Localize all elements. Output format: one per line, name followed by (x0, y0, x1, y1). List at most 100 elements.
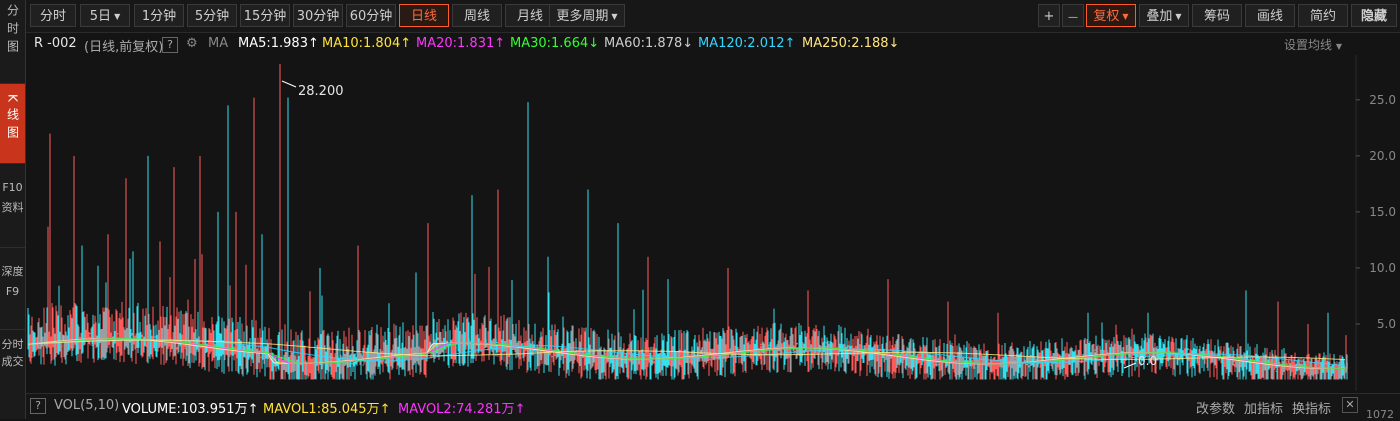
candle-body (362, 364, 364, 366)
candle-body (974, 367, 976, 369)
arrow-up-icon: ↑ (379, 402, 391, 417)
sidebar-item-f10[interactable]: F10资料 (0, 164, 25, 248)
period-button-15min[interactable]: 15分钟 (240, 4, 290, 27)
change-params-button[interactable]: 改参数 (1196, 398, 1235, 417)
period-button-30min[interactable]: 30分钟 (293, 4, 343, 27)
candle-body (295, 357, 297, 359)
candle-body (1346, 362, 1348, 369)
ma250-value: MA250:2.188↓ (802, 36, 899, 51)
candle-body (428, 338, 430, 343)
y-tick-label: 5.0 (1377, 317, 1396, 331)
period-button-1min[interactable]: 1分钟 (134, 4, 184, 27)
max-marker: 28.200 (281, 80, 344, 99)
ma-text: MA120:2.012 (698, 36, 785, 51)
ma-text: MA30:1.664 (510, 36, 589, 51)
button-label: 画线 (1256, 9, 1283, 24)
min-pointer-line (1123, 362, 1137, 369)
ma-text: MA5:1.983 (238, 36, 308, 51)
button-label: 筹码 (1203, 9, 1230, 24)
volume-axis-value: 1072 (1366, 408, 1394, 421)
help-icon[interactable]: ? (162, 37, 178, 53)
period-label: 1分钟 (141, 9, 177, 24)
hide-button[interactable]: 隐藏 (1351, 4, 1397, 27)
close-icon[interactable]: ✕ (1342, 397, 1358, 413)
zoom-in-button[interactable]: + (1038, 4, 1060, 27)
arrow-up-icon: ↑ (307, 36, 319, 51)
sidebar-item-kline[interactable]: K线图 (0, 84, 25, 164)
chart-mode: (日线,前复权) (84, 40, 164, 55)
ma-text: MA60:1.878 (604, 36, 683, 51)
period-button-more[interactable]: 更多周期 ▼ (549, 4, 625, 27)
gear-icon[interactable]: ⚙ (186, 36, 198, 51)
sidebar-item-label: K线图 (5, 94, 20, 144)
period-toolbar: 分时 5日 ▼ 1分钟 5分钟 15分钟 30分钟 60分钟 日线 周线 月线 更… (26, 0, 1400, 33)
button-label: 设置均线 (1284, 38, 1333, 52)
sidebar-item-trades[interactable]: 分时成交 (0, 330, 25, 419)
candle-body (1194, 356, 1196, 362)
overlay-button[interactable]: 叠加 ▼ (1139, 4, 1189, 27)
period-button-monthly[interactable]: 月线 (505, 4, 555, 27)
ma10-value: MA10:1.804↑ (322, 36, 411, 51)
period-button-5day[interactable]: 5日 ▼ (80, 4, 130, 27)
simple-mode-button[interactable]: 简约 (1298, 4, 1348, 27)
sidebar-item-label: F10资料 (1, 181, 24, 214)
candle-body (1187, 348, 1189, 351)
arrow-up-icon: ↑ (247, 402, 259, 417)
arrow-down-icon: ↓ (888, 36, 900, 51)
add-indicator-button[interactable]: 加指标 (1244, 398, 1283, 417)
draw-line-button[interactable]: 画线 (1245, 4, 1295, 27)
period-label: 日线 (410, 9, 437, 24)
ma-text: MA250:2.188 (802, 36, 889, 51)
period-label: 周线 (463, 9, 490, 24)
ma20-value: MA20:1.831↑ (416, 36, 505, 51)
candle-body (940, 355, 942, 360)
candle-body (1218, 358, 1220, 361)
button-label: 简约 (1309, 9, 1336, 24)
ma5-value: MA5:1.983↑ (238, 36, 319, 51)
candle-body (253, 353, 255, 356)
button-label: 隐藏 (1360, 9, 1387, 24)
period-button-5min[interactable]: 5分钟 (187, 4, 237, 27)
candle-body (796, 342, 798, 345)
adjust-button[interactable]: 复权 ▼ (1086, 4, 1136, 27)
caret-down-icon: ▼ (114, 12, 121, 21)
candle-body (1105, 356, 1107, 358)
period-button-intraday[interactable]: 分时 (30, 4, 76, 27)
mavol2-text: MAVOL2:74.281万 (398, 402, 515, 417)
y-axis: 25.0 20.0 15.0 10.0 5.0 (1356, 93, 1396, 331)
max-pointer-line (281, 80, 297, 88)
indicator-name: VOL(5,10) (54, 398, 120, 413)
sidebar-item-label: 分时成交 (1, 338, 24, 368)
button-label: 叠加 (1146, 9, 1173, 24)
chips-button[interactable]: 筹码 (1192, 4, 1242, 27)
ma120-value: MA120:2.012↑ (698, 36, 795, 51)
period-button-daily[interactable]: 日线 (399, 4, 449, 27)
minus-icon: — (1068, 12, 1078, 23)
button-label: 复权 (1093, 9, 1120, 24)
switch-indicator-button[interactable]: 换指标 (1292, 398, 1331, 417)
sidebar-item-depth[interactable]: 深度F9 (0, 248, 25, 330)
caret-down-icon: ▼ (1335, 42, 1342, 51)
plus-icon: + (1043, 9, 1055, 24)
period-label: 30分钟 (296, 9, 340, 24)
y-tick-label: 20.0 (1369, 149, 1396, 163)
period-button-weekly[interactable]: 周线 (452, 4, 502, 27)
arrow-down-icon: ↓ (588, 36, 600, 51)
caret-down-icon: ▼ (1122, 12, 1129, 21)
period-label: 分时 (39, 9, 66, 24)
kline-chart[interactable]: 25.0 20.0 15.0 10.0 5.0 28.200 0.0 (26, 55, 1400, 391)
ma-settings-button[interactable]: 设置均线 ▼ (1284, 36, 1342, 53)
help-icon[interactable]: ? (30, 398, 46, 414)
left-sidebar: 分时图 K线图 F10资料 深度F9 分时成交 (0, 0, 26, 419)
candle-body (560, 356, 562, 360)
period-label: 月线 (516, 9, 543, 24)
ma-label: MA (208, 36, 229, 51)
caret-down-icon: ▼ (611, 12, 618, 21)
candle-body (175, 349, 177, 351)
sidebar-item-label: 深度F9 (1, 265, 24, 298)
zoom-out-button[interactable]: — (1062, 4, 1084, 27)
candle-body (61, 345, 63, 347)
period-button-60min[interactable]: 60分钟 (346, 4, 396, 27)
candle-body (889, 360, 891, 363)
sidebar-item-intraday[interactable]: 分时图 (0, 0, 25, 84)
